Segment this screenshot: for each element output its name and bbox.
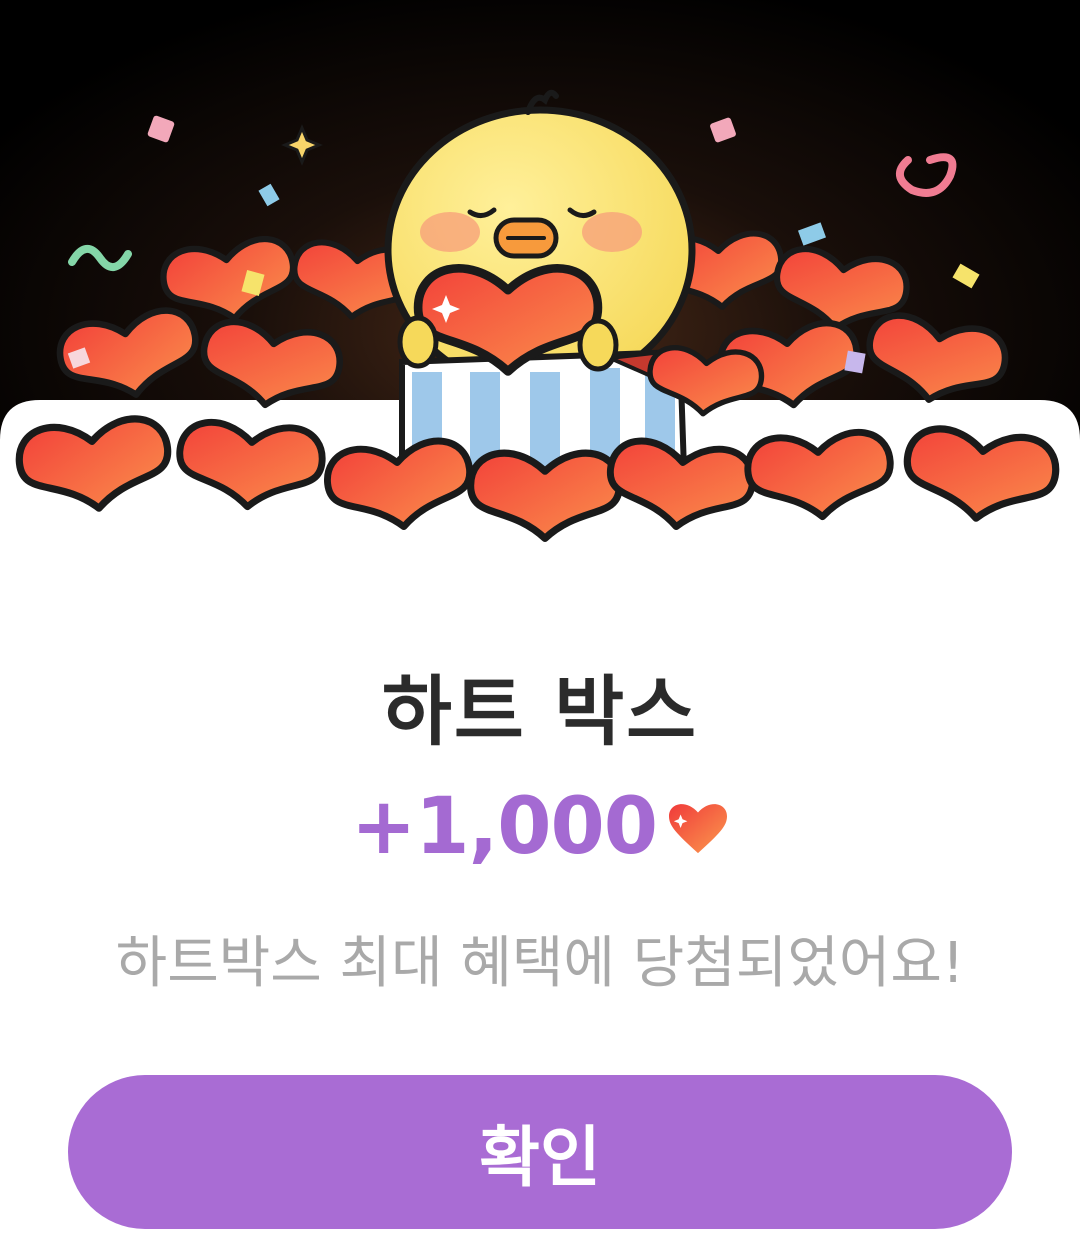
heart-box-illustration <box>0 0 1080 600</box>
dialog-title: 하트 박스 <box>381 667 699 756</box>
reward-message: 하트박스 최대 혜택에 당첨되었어요! <box>115 931 965 996</box>
reward-amount: +1,000 <box>350 782 658 872</box>
heart-box-dialog: 하트 박스 +1,000 하트박스 최대 혜택에 당첨되었어요! 확인 <box>0 0 1080 1248</box>
confirm-button[interactable]: 확인 <box>68 1075 1012 1229</box>
reward-amount-row: +1,000 <box>0 782 1080 872</box>
heart-icon <box>667 799 729 857</box>
